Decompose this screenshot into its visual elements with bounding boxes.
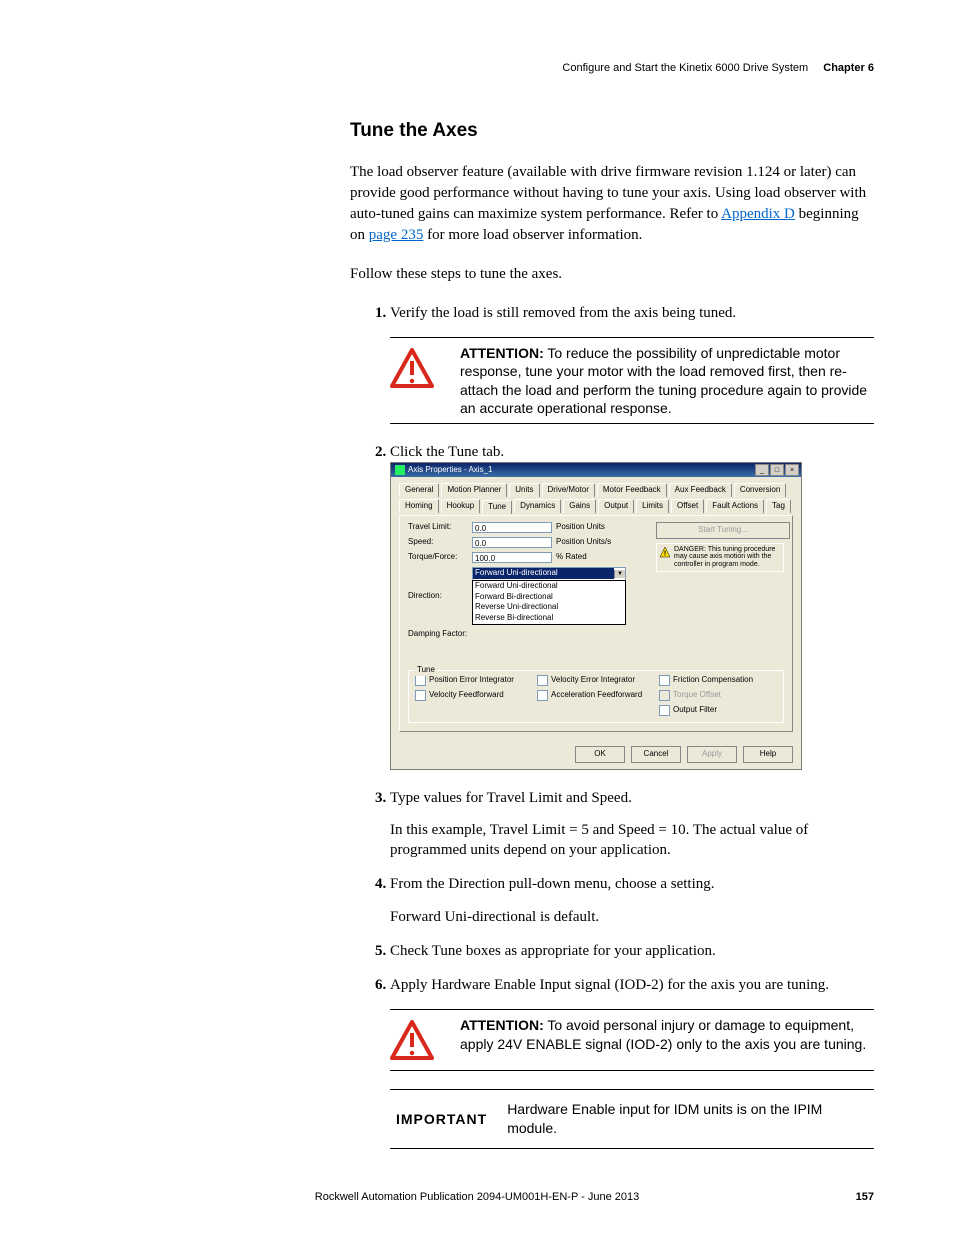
direction-option[interactable]: Reverse Uni-directional bbox=[473, 602, 625, 613]
tab-tag[interactable]: Tag bbox=[766, 499, 791, 513]
tune-fieldset: Tune Position Error Integrator Velocity … bbox=[408, 670, 784, 723]
step-3: Type values for Travel Limit and Speed. … bbox=[390, 788, 874, 861]
step-5: Check Tune boxes as appropriate for your… bbox=[390, 941, 874, 961]
important-text: Hardware Enable input for IDM units is o… bbox=[507, 1100, 874, 1138]
direction-label: Direction: bbox=[408, 591, 468, 602]
minimize-button[interactable]: _ bbox=[755, 464, 769, 476]
tab-units[interactable]: Units bbox=[509, 483, 539, 497]
torque-input[interactable]: 100.0 bbox=[472, 552, 552, 563]
tab-limits[interactable]: Limits bbox=[636, 499, 669, 513]
warning-icon: ! bbox=[659, 546, 671, 558]
attention-label: ATTENTION: bbox=[460, 345, 544, 361]
start-tuning-button[interactable]: Start Tuning... bbox=[656, 522, 790, 539]
torque-label: Torque/Force: bbox=[408, 552, 468, 563]
chk-output-filter[interactable]: Output Filter bbox=[659, 705, 777, 716]
direction-option[interactable]: Forward Uni-directional bbox=[473, 581, 625, 592]
tab-dynamics[interactable]: Dynamics bbox=[514, 499, 561, 513]
chk-torque-offset: Torque Offset bbox=[659, 690, 777, 701]
running-header: Configure and Start the Kinetix 6000 Dri… bbox=[80, 62, 874, 74]
direction-option[interactable]: Forward Bi-directional bbox=[473, 592, 625, 603]
header-section: Configure and Start the Kinetix 6000 Dri… bbox=[562, 62, 808, 74]
important-label: IMPORTANT bbox=[390, 1110, 507, 1129]
torque-unit: % Rated bbox=[556, 552, 626, 563]
tab-output[interactable]: Output bbox=[598, 499, 634, 513]
chevron-down-icon: ▼ bbox=[614, 570, 625, 578]
tab-conversion[interactable]: Conversion bbox=[734, 483, 786, 497]
intro-paragraph-1: The load observer feature (available wit… bbox=[350, 162, 874, 246]
tab-row-2: Homing Hookup Tune Dynamics Gains Output… bbox=[399, 499, 793, 513]
tab-general[interactable]: General bbox=[399, 483, 439, 497]
svg-text:!: ! bbox=[664, 550, 666, 557]
attention-box-2: ATTENTION: To avoid personal injury or d… bbox=[390, 1009, 874, 1071]
attention-label: ATTENTION: bbox=[460, 1017, 544, 1033]
tab-drive-motor[interactable]: Drive/Motor bbox=[542, 483, 595, 497]
section-title: Tune the Axes bbox=[350, 120, 874, 142]
attention-box-1: ATTENTION: To reduce the possibility of … bbox=[390, 337, 874, 424]
step-2: Click the Tune tab. Axis Properties - Ax… bbox=[390, 442, 874, 770]
chk-vel-err-int[interactable]: Velocity Error Integrator bbox=[537, 675, 655, 686]
tab-aux-feedback[interactable]: Aux Feedback bbox=[669, 483, 732, 497]
step-4: From the Direction pull-down menu, choos… bbox=[390, 874, 874, 927]
maximize-button[interactable]: □ bbox=[770, 464, 784, 476]
tab-motion-planner[interactable]: Motion Planner bbox=[441, 483, 507, 497]
travel-limit-unit: Position Units bbox=[556, 522, 626, 533]
direction-dropdown[interactable]: Forward Uni-directional ▼ bbox=[472, 567, 626, 581]
direction-option-list: Forward Uni-directional Forward Bi-direc… bbox=[472, 580, 626, 625]
cancel-button[interactable]: Cancel bbox=[631, 746, 681, 763]
damping-label: Damping Factor: bbox=[408, 629, 468, 640]
chk-vel-ff[interactable]: Velocity Feedforward bbox=[415, 690, 533, 701]
tab-fault-actions[interactable]: Fault Actions bbox=[706, 499, 764, 513]
danger-box: ! DANGER: This tuning procedure may caus… bbox=[656, 543, 784, 572]
chk-acc-ff[interactable]: Acceleration Feedforward bbox=[537, 690, 655, 701]
ok-button[interactable]: OK bbox=[575, 746, 625, 763]
speed-input[interactable]: 0.0 bbox=[472, 537, 552, 548]
page-footer: Rockwell Automation Publication 2094-UM0… bbox=[80, 1191, 874, 1203]
important-box: IMPORTANT Hardware Enable input for IDM … bbox=[390, 1089, 874, 1149]
page-235-link[interactable]: page 235 bbox=[369, 227, 424, 243]
step-6: Apply Hardware Enable Input signal (IOD-… bbox=[390, 975, 874, 1149]
tab-hookup[interactable]: Hookup bbox=[441, 499, 481, 513]
warning-icon bbox=[390, 1016, 454, 1064]
tab-row-1: General Motion Planner Units Drive/Motor… bbox=[399, 483, 793, 497]
app-icon bbox=[395, 465, 405, 475]
speed-label: Speed: bbox=[408, 537, 468, 548]
dialog-titlebar: Axis Properties - Axis_1 _ □ × bbox=[391, 463, 801, 477]
step-4-sub: Forward Uni-directional is default. bbox=[390, 907, 874, 927]
header-chapter: Chapter 6 bbox=[823, 62, 874, 74]
publication-id: Rockwell Automation Publication 2094-UM0… bbox=[315, 1191, 639, 1203]
axis-properties-dialog: Axis Properties - Axis_1 _ □ × General M… bbox=[390, 462, 802, 769]
tab-motor-feedback[interactable]: Motor Feedback bbox=[597, 483, 667, 497]
tab-homing[interactable]: Homing bbox=[399, 499, 439, 513]
tab-gains[interactable]: Gains bbox=[563, 499, 596, 513]
appendix-d-link[interactable]: Appendix D bbox=[721, 206, 795, 222]
tab-tune[interactable]: Tune bbox=[482, 500, 512, 514]
travel-limit-input[interactable]: 0.0 bbox=[472, 522, 552, 533]
warning-icon bbox=[390, 344, 454, 392]
apply-button[interactable]: Apply bbox=[687, 746, 737, 763]
step-1: Verify the load is still removed from th… bbox=[390, 303, 874, 424]
step-3-sub: In this example, Travel Limit = 5 and Sp… bbox=[390, 820, 874, 861]
page-number: 157 bbox=[856, 1191, 874, 1203]
intro-paragraph-2: Follow these steps to tune the axes. bbox=[350, 264, 874, 285]
help-button[interactable]: Help bbox=[743, 746, 793, 763]
tab-offset[interactable]: Offset bbox=[671, 499, 704, 513]
travel-limit-label: Travel Limit: bbox=[408, 522, 468, 533]
close-button[interactable]: × bbox=[785, 464, 799, 476]
chk-friction-comp[interactable]: Friction Compensation bbox=[659, 675, 777, 686]
chk-pos-err-int[interactable]: Position Error Integrator bbox=[415, 675, 533, 686]
direction-option[interactable]: Reverse Bi-directional bbox=[473, 613, 625, 624]
speed-unit: Position Units/s bbox=[556, 537, 626, 548]
